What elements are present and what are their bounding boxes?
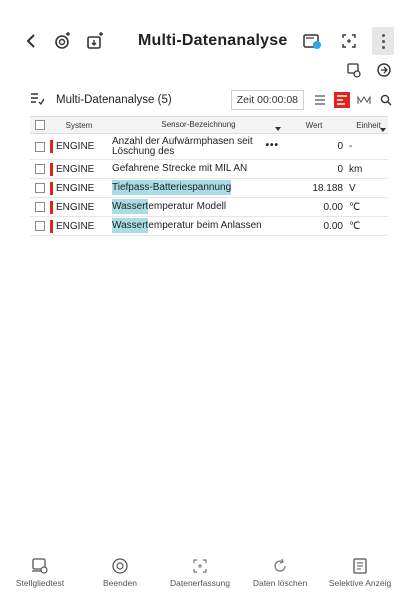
diagnosis-icon[interactable] (50, 28, 76, 54)
sensor-name-highlight: Wassert (112, 218, 149, 233)
row-checkbox[interactable] (35, 183, 45, 193)
actuator-test-label: Stellgliedtest (15, 578, 65, 588)
top-bar: Multi-Datenanalyse (20, 22, 394, 60)
list-view-icon[interactable] (312, 92, 328, 108)
col-sensor-name-label: Sensor-Bezeichnung (161, 120, 236, 129)
row-checkbox[interactable] (35, 141, 45, 152)
stop-label: Beenden (102, 578, 138, 588)
list-select-icon[interactable] (30, 92, 45, 108)
chevron-left-icon (26, 34, 35, 48)
unit-cell: km (349, 163, 363, 175)
more-text-icon[interactable]: ••• (265, 140, 279, 151)
detail-view-icon[interactable] (334, 92, 350, 108)
fullscreen-icon[interactable] (336, 28, 362, 54)
row-checkbox[interactable] (35, 164, 45, 174)
elapsed-time: Zeit 00:00:08 (230, 90, 304, 110)
row-checkbox[interactable] (35, 221, 45, 231)
col-value[interactable]: Wert (285, 121, 347, 130)
unit-cell: ℃ (349, 201, 361, 213)
actuator-test-icon (32, 558, 48, 574)
system-cell: ENGINE (56, 201, 95, 213)
secondary-actions (346, 62, 392, 83)
data-capture-button[interactable]: Datenerfassung (160, 557, 240, 588)
select-all-checkbox-cell[interactable] (30, 120, 50, 130)
select-all-checkbox[interactable] (35, 120, 45, 130)
system-marker (50, 200, 53, 214)
system-cell: ENGINE (56, 182, 95, 194)
value-cell: 0.00 (323, 201, 343, 213)
page-title: Multi-Datenanalyse (138, 32, 288, 49)
data-capture-icon (193, 559, 207, 573)
system-marker (50, 219, 53, 233)
table-count-label: Multi-Datenanalyse (5) (56, 94, 172, 106)
table-header: System Sensor-Bezeichnung Wert Einheit (30, 116, 388, 134)
table-row[interactable]: ENGINE Gefahrene Strecke mit MIL AN 0 km (30, 160, 388, 179)
data-capture-label: Datenerfassung (169, 578, 230, 588)
value-cell: 0.00 (323, 220, 343, 232)
unit-cell: V (349, 182, 356, 194)
col-sensor-name[interactable]: Sensor-Bezeichnung (108, 120, 285, 131)
view-switcher (312, 92, 394, 108)
sort-icon (275, 127, 281, 131)
unit-cell: ℃ (349, 220, 361, 232)
system-marker (50, 140, 53, 153)
selective-display-button[interactable]: Selektive Anzeig (320, 557, 400, 588)
export-icon[interactable] (376, 62, 392, 83)
col-unit[interactable]: Einheit (347, 120, 388, 132)
sensor-name-cell: emperatur Modell (148, 201, 227, 212)
actuator-test-button[interactable]: Stellgliedtest (0, 557, 80, 588)
system-marker (50, 181, 53, 195)
sensor-name-cell: Tiefpass-Batteriespannung (112, 180, 232, 195)
table-row[interactable]: ENGINE Wassertemperatur Modell 0.00 ℃ (30, 198, 388, 217)
sensor-name-cell: Anzahl der Aufwärmphasen seit Löschung d… (112, 135, 253, 157)
sensor-table: System Sensor-Bezeichnung Wert Einheit E… (30, 116, 388, 236)
more-menu-button[interactable] (372, 27, 394, 55)
unit-cell: - (349, 141, 353, 152)
value-cell: 0 (337, 141, 343, 152)
system-cell: ENGINE (56, 220, 95, 232)
stop-icon (112, 558, 128, 574)
sensor-name-highlight: Wassert (112, 199, 149, 214)
vci-status-icon[interactable] (300, 28, 326, 54)
stop-button[interactable]: Beenden (80, 557, 160, 588)
delete-data-label: Daten löschen (252, 578, 308, 588)
row-checkbox[interactable] (35, 202, 45, 212)
system-marker (50, 162, 53, 176)
table-row[interactable]: ENGINE Wassertemperatur beim Anlassen 0.… (30, 217, 388, 236)
bottom-action-bar: Stellgliedtest Beenden Datenerfassung Da… (0, 551, 400, 599)
system-cell: ENGINE (56, 141, 95, 152)
value-cell: 0 (337, 163, 343, 175)
delete-data-button[interactable]: Daten löschen (240, 557, 320, 588)
graph-view-icon[interactable] (356, 92, 372, 108)
system-cell: ENGINE (56, 163, 95, 175)
refresh-icon (274, 558, 286, 572)
value-cell: 18.188 (312, 182, 343, 194)
sensor-name-cell: Gefahrene Strecke mit MIL AN (112, 163, 248, 174)
back-button[interactable] (20, 28, 42, 54)
table-row[interactable]: ENGINE Tiefpass-Batteriespannung 18.188 … (30, 179, 388, 198)
record-graph-icon[interactable] (346, 62, 362, 83)
col-unit-label: Einheit (356, 120, 381, 130)
sensor-name-cell: emperatur beim Anlassen (148, 220, 262, 231)
vehicle-connect-icon[interactable] (82, 28, 108, 54)
sort-icon (380, 127, 386, 132)
table-row[interactable]: ENGINE Anzahl der Aufwärmphasen seit Lös… (30, 134, 388, 160)
app-screen: Multi-Datenanalyse Multi-Datenanalyse (5… (0, 0, 400, 599)
table-toolbar: Multi-Datenanalyse (5) Zeit 00:00:08 (30, 88, 394, 112)
selective-display-label: Selektive Anzeig (328, 578, 392, 588)
selective-display-icon (353, 558, 367, 574)
col-system[interactable]: System (50, 121, 108, 130)
search-icon[interactable] (378, 92, 394, 108)
